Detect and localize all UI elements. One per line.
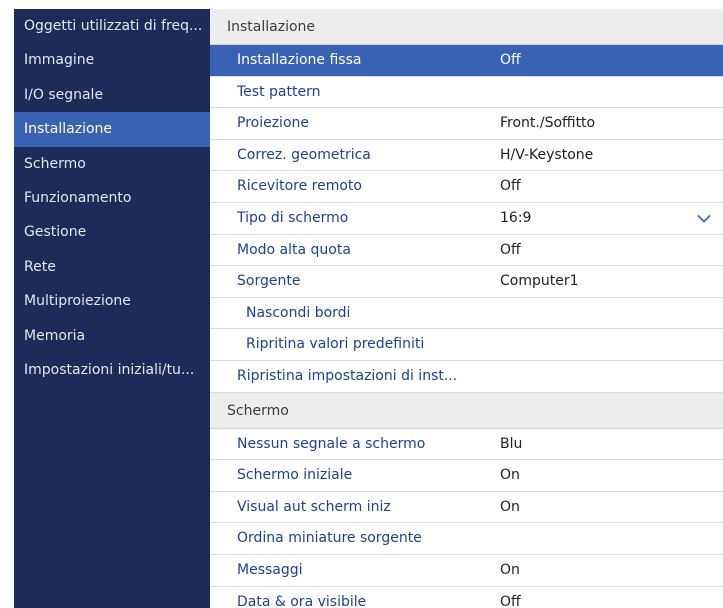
setting-value: H/V-Keystone — [500, 146, 594, 163]
setting-label: Tipo di schermo — [237, 209, 349, 226]
setting-label: Ripristina impostazioni di inst... — [237, 367, 458, 384]
sidebar-item-memoria[interactable]: Memoria — [14, 319, 210, 353]
setting-value: 16:9 — [500, 209, 532, 226]
section-header-schermo: Schermo — [210, 392, 723, 429]
setting-row-ricevitore-remoto[interactable]: Ricevitore remoto Off — [210, 171, 723, 203]
setting-row-ripristina-impostazioni[interactable]: Ripristina impostazioni di inst... — [210, 360, 723, 393]
section-header-installazione: Installazione — [210, 9, 723, 45]
setting-value: Off — [500, 593, 521, 608]
setting-row-installazione-fissa[interactable]: Installazione fissa Off — [210, 45, 723, 77]
setting-value: Computer1 — [500, 273, 579, 290]
setting-label: Ordina miniature sorgente — [237, 530, 422, 547]
sidebar-item-gestione[interactable]: Gestione — [14, 215, 210, 249]
setting-label: Sorgente — [237, 273, 301, 290]
sidebar-item-schermo[interactable]: Schermo — [14, 147, 210, 181]
setting-value: On — [500, 561, 520, 578]
setting-value: Blu — [500, 435, 523, 452]
setting-label: Test pattern — [237, 83, 321, 100]
setting-label: Messaggi — [237, 561, 303, 578]
sidebar-item-multiproiezione[interactable]: Multiproiezione — [14, 284, 210, 318]
setting-label: Proiezione — [237, 115, 310, 132]
sidebar-item-rete[interactable]: Rete — [14, 250, 210, 284]
setting-row-tipo-di-schermo[interactable]: Tipo di schermo 16:9 — [210, 202, 723, 235]
setting-label: Nessun segnale a schermo — [237, 435, 426, 452]
setting-value: Off — [500, 241, 521, 258]
setting-value: On — [500, 467, 520, 484]
setting-value: Front./Soffitto — [500, 115, 596, 132]
sidebar-menu: Oggetti utilizzati di freq... Immagine I… — [14, 9, 210, 608]
setting-label: Nascondi bordi — [246, 304, 351, 321]
setting-row-ripritina-valori-predefiniti[interactable]: Ripritina valori predefiniti — [210, 329, 723, 361]
sidebar-item-immagine[interactable]: Immagine — [14, 43, 210, 77]
sidebar-item-funzionamento[interactable]: Funzionamento — [14, 181, 210, 215]
setting-label: Correz. geometrica — [237, 146, 371, 163]
setting-row-proiezione[interactable]: Proiezione Front./Soffitto — [210, 108, 723, 140]
chevron-down-icon[interactable] — [695, 203, 713, 235]
setting-value: Off — [500, 52, 521, 68]
setting-label: Ripritina valori predefiniti — [246, 336, 425, 353]
setting-row-nessun-segnale[interactable]: Nessun segnale a schermo Blu — [210, 428, 723, 461]
settings-panel: Installazione Installazione fissa Off Te… — [210, 9, 723, 608]
projector-menu-screen: Oggetti utilizzati di freq... Immagine I… — [0, 0, 723, 608]
setting-row-nascondi-bordi[interactable]: Nascondi bordi — [210, 297, 723, 330]
setting-row-modo-alta-quota[interactable]: Modo alta quota Off — [210, 234, 723, 267]
setting-row-messaggi[interactable]: Messaggi On — [210, 554, 723, 587]
setting-row-visual-aut-scherm[interactable]: Visual aut scherm iniz On — [210, 491, 723, 524]
sidebar-item-impostazioni-iniziali[interactable]: Impostazioni iniziali/tu... — [14, 353, 210, 387]
setting-row-sorgente[interactable]: Sorgente Computer1 — [210, 266, 723, 298]
setting-value: Off — [500, 178, 521, 195]
sidebar-item-installazione[interactable]: Installazione — [14, 112, 210, 147]
sidebar-item-oggetti-utilizzati[interactable]: Oggetti utilizzati di freq... — [14, 9, 210, 43]
setting-row-test-pattern[interactable]: Test pattern — [210, 76, 723, 109]
setting-label: Data & ora visibile — [237, 593, 367, 608]
setting-row-data-ora[interactable]: Data & ora visibile Off — [210, 586, 723, 608]
setting-label: Installazione fissa — [237, 52, 362, 68]
setting-label: Schermo iniziale — [237, 467, 353, 484]
setting-row-ordina-miniature[interactable]: Ordina miniature sorgente — [210, 523, 723, 555]
sidebar-item-io-segnale[interactable]: I/O segnale — [14, 78, 210, 112]
setting-label: Modo alta quota — [237, 241, 351, 258]
setting-row-correz-geometrica[interactable]: Correz. geometrica H/V-Keystone — [210, 139, 723, 172]
chevron-down-icon-glyph — [697, 215, 711, 223]
setting-label: Visual aut scherm iniz — [237, 498, 391, 515]
setting-value: On — [500, 498, 520, 515]
setting-label: Ricevitore remoto — [237, 178, 362, 195]
setting-row-schermo-iniziale[interactable]: Schermo iniziale On — [210, 460, 723, 492]
